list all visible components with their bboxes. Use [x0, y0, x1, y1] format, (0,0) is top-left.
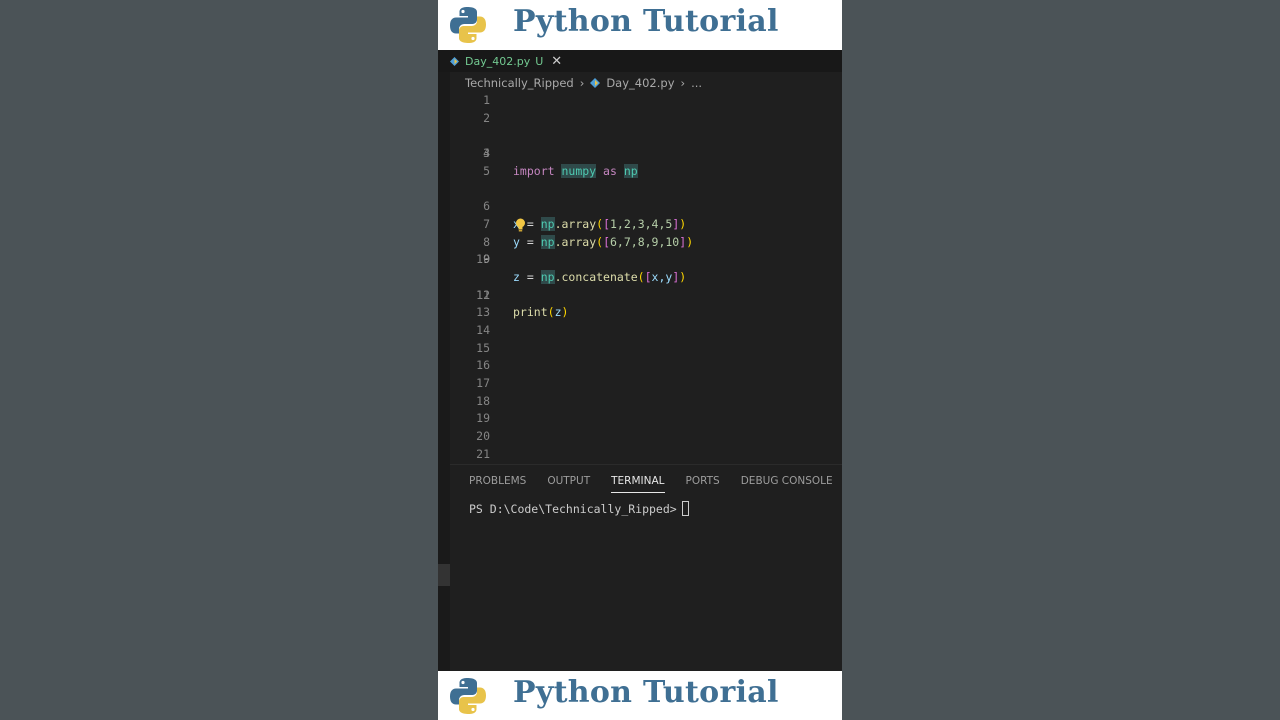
code-line: 4	[438, 145, 842, 163]
line-number: 20	[476, 429, 490, 444]
code-line: 1	[438, 92, 842, 110]
line-number: 19	[476, 411, 490, 426]
code-line: 20	[438, 428, 842, 446]
line-number: 17	[476, 376, 490, 390]
code-line: 2	[438, 110, 842, 128]
tab-debug-console[interactable]: DEBUG CONSOLE	[741, 471, 833, 493]
line-number: 13	[476, 305, 490, 320]
code-line: 9 z = np.concatenate([x,y])	[438, 234, 842, 284]
tab-bar: Day_402.py U ✕	[438, 50, 842, 72]
video-frame: Python Tutorial Day_402.py U ✕ Technical…	[438, 0, 842, 720]
line-number: 18	[476, 393, 490, 408]
breadcrumb-file[interactable]: Day_402.py	[606, 76, 674, 90]
code-line: 8	[438, 216, 842, 249]
line-number: 10	[476, 252, 490, 267]
code-area[interactable]: 1 2 3 import numpy as np 4 5 6 x = np.ar…	[438, 92, 842, 463]
bottom-panel: PROBLEMS OUTPUT TERMINAL PORTS DEBUG CON…	[450, 464, 842, 671]
line-number: 21	[476, 446, 490, 461]
tab-problems[interactable]: PROBLEMS	[469, 471, 526, 493]
top-banner: Python Tutorial	[438, 0, 842, 50]
code-line: 7 y = np.array([6,7,8,9,10])	[438, 198, 842, 249]
line-number: 16	[476, 358, 490, 373]
editor-tab[interactable]: Day_402.py U ✕	[450, 50, 562, 72]
tab-filename: Day_402.py	[465, 54, 531, 68]
python-file-icon	[450, 56, 459, 66]
banner-title: Python Tutorial	[513, 675, 779, 710]
bottom-banner: Python Tutorial	[438, 671, 842, 720]
code-line: 3 import numpy as np	[438, 127, 842, 178]
line-number: 14	[476, 322, 490, 337]
close-icon[interactable]: ✕	[551, 54, 562, 69]
code-line: 10	[438, 251, 842, 269]
code-line: 15	[438, 340, 842, 358]
prompt-text: PS D:\Code\Technically_Ripped>	[469, 501, 677, 516]
scroll-marker[interactable]	[438, 564, 450, 586]
code-line: 12	[438, 287, 842, 305]
line-number: 12	[476, 287, 490, 302]
chevron-right-icon: ›	[680, 76, 686, 90]
code-line: 6 x = np.array([1,2,3,4,5])	[438, 180, 842, 231]
python-logo-icon	[450, 678, 486, 714]
lightbulb-icon[interactable]	[515, 218, 526, 232]
breadcrumb-more[interactable]: ...	[691, 76, 702, 90]
code-line: 16	[438, 357, 842, 375]
banner-title: Python Tutorial	[513, 4, 779, 39]
chevron-right-icon: ›	[579, 76, 585, 90]
python-logo-icon	[450, 7, 486, 43]
code-line: 19	[438, 410, 842, 428]
code-line: 5	[438, 163, 842, 181]
line-number: 5	[483, 163, 490, 178]
line-number: 2	[483, 110, 490, 125]
panel-tabs: PROBLEMS OUTPUT TERMINAL PORTS DEBUG CON…	[469, 471, 842, 493]
code-line: 13	[438, 304, 842, 322]
code-line: 17	[438, 375, 842, 393]
tab-terminal[interactable]: TERMINAL	[611, 471, 665, 493]
line-number: 15	[476, 340, 490, 355]
code-line: 14	[438, 322, 842, 340]
line-number: 1	[483, 93, 490, 107]
python-file-icon	[590, 78, 601, 88]
code-line: 18	[438, 393, 842, 411]
line-number: 4	[483, 146, 490, 161]
code-line: 21	[438, 446, 842, 464]
right-background	[842, 0, 1280, 720]
terminal-prompt[interactable]: PS D:\Code\Technically_Ripped>	[469, 501, 689, 516]
tab-output[interactable]: OUTPUT	[547, 471, 590, 493]
breadcrumb-folder[interactable]: Technically_Ripped	[465, 76, 574, 90]
code-line: 11 print(z)	[438, 269, 842, 320]
tab-ports[interactable]: PORTS	[686, 471, 720, 493]
terminal-cursor	[681, 501, 689, 516]
breadcrumb: Technically_Ripped › Day_402.py › ...	[465, 74, 702, 92]
tab-status: U	[535, 54, 544, 68]
left-background	[0, 0, 438, 720]
code-editor: Day_402.py U ✕ Technically_Ripped › Day_…	[438, 50, 842, 671]
